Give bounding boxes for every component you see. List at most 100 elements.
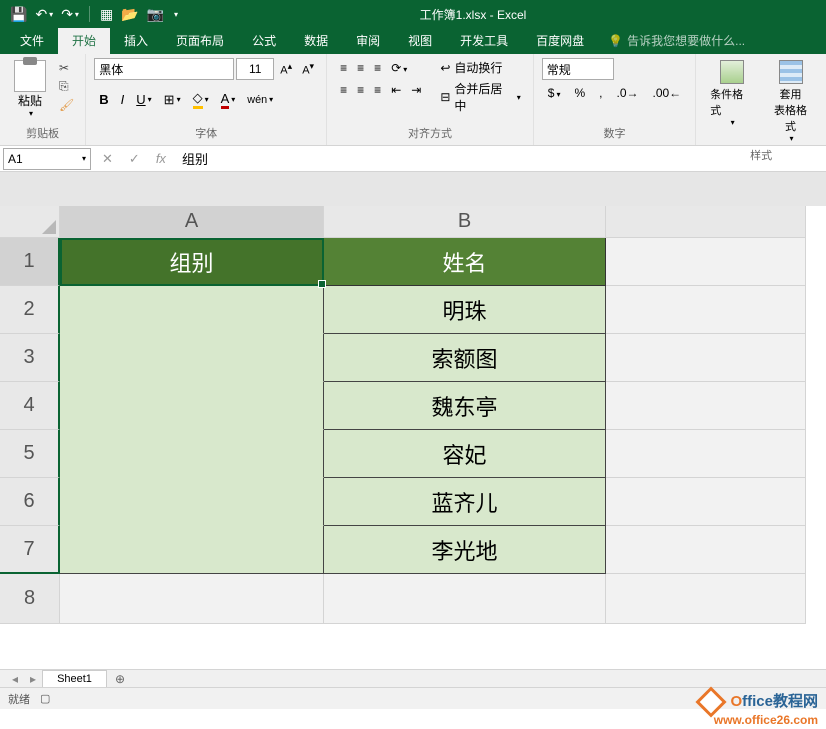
cell-c3[interactable] [606, 334, 806, 382]
col-header-a[interactable]: A [60, 206, 324, 238]
row-header-6[interactable]: 6 [0, 478, 60, 526]
tell-me-search[interactable]: 💡 告诉我您想要做什么... [598, 27, 755, 54]
tab-home[interactable]: 开始 [58, 27, 110, 54]
table-format-button[interactable]: 套用 表格格式 ▾ [763, 58, 818, 145]
new-icon[interactable]: ▦ [100, 6, 113, 23]
decrease-decimal-icon[interactable]: .00← [647, 83, 688, 103]
currency-icon[interactable]: $▾ [542, 83, 567, 103]
border-button[interactable]: ⊞▾ [159, 89, 186, 111]
row-header-5[interactable]: 5 [0, 430, 60, 478]
tab-baidu[interactable]: 百度网盘 [522, 27, 598, 54]
cell-a8[interactable] [60, 574, 324, 624]
cell-b7[interactable]: 李光地 [324, 526, 606, 574]
tab-data[interactable]: 数据 [290, 27, 342, 54]
table-format-icon [779, 60, 803, 84]
name-box-dropdown-icon[interactable]: ▾ [82, 154, 86, 163]
tab-insert[interactable]: 插入 [110, 27, 162, 54]
italic-button[interactable]: I [116, 89, 130, 110]
tab-file[interactable]: 文件 [6, 27, 58, 54]
align-top-icon[interactable]: ≡ [335, 58, 352, 78]
align-middle-icon[interactable]: ≡ [352, 58, 369, 78]
col-header-c[interactable] [606, 206, 806, 238]
save-icon[interactable]: 💾 [10, 6, 27, 23]
sheet-tab-1[interactable]: Sheet1 [42, 670, 107, 687]
cell-b5[interactable]: 容妃 [324, 430, 606, 478]
align-right-icon[interactable]: ≡ [369, 80, 386, 100]
cell-a5[interactable] [60, 430, 324, 478]
confirm-icon[interactable]: ✓ [121, 151, 148, 167]
col-header-b[interactable]: B [324, 206, 606, 238]
font-color-button[interactable]: A▾ [216, 88, 241, 112]
cell-c7[interactable] [606, 526, 806, 574]
row-header-1[interactable]: 1 [0, 238, 60, 286]
cell-c1[interactable] [606, 238, 806, 286]
align-left-icon[interactable]: ≡ [335, 80, 352, 100]
row-header-2[interactable]: 2 [0, 286, 60, 334]
format-painter-icon[interactable]: 🖌 [58, 97, 75, 113]
cell-b2[interactable]: 明珠 [324, 286, 606, 334]
copy-icon[interactable]: ⎘ [58, 78, 75, 95]
cell-b4[interactable]: 魏东亭 [324, 382, 606, 430]
cell-a1[interactable]: 组别 [60, 238, 324, 286]
redo-icon[interactable]: ↷▾ [61, 6, 79, 23]
row-header-7[interactable]: 7 [0, 526, 60, 574]
bulb-icon: 💡 [608, 34, 623, 48]
cell-c5[interactable] [606, 430, 806, 478]
cell-a4[interactable] [60, 382, 324, 430]
macro-record-icon[interactable]: ▢ [40, 692, 50, 705]
add-sheet-icon[interactable]: ⊕ [107, 672, 133, 686]
tab-formula[interactable]: 公式 [238, 27, 290, 54]
number-format-input[interactable] [542, 58, 614, 80]
camera-icon[interactable]: 📷 [147, 6, 164, 23]
decrease-indent-icon[interactable]: ⇤ [386, 80, 406, 100]
cell-c4[interactable] [606, 382, 806, 430]
cell-a3[interactable] [60, 334, 324, 382]
tab-review[interactable]: 审阅 [342, 27, 394, 54]
bold-button[interactable]: B [94, 89, 113, 110]
cancel-icon[interactable]: ✕ [94, 151, 121, 167]
select-all-button[interactable] [0, 206, 60, 238]
tab-view[interactable]: 视图 [394, 27, 446, 54]
cell-b3[interactable]: 索额图 [324, 334, 606, 382]
comma-icon[interactable]: , [593, 83, 608, 103]
increase-decimal-icon[interactable]: .0→ [610, 83, 644, 103]
underline-button[interactable]: U▾ [131, 89, 156, 110]
name-box[interactable]: A1 ▾ [3, 148, 91, 170]
merge-center-button[interactable]: ⊟合并后居中▾ [436, 79, 524, 115]
wrap-text-button[interactable]: ↩自动换行 [436, 58, 524, 77]
cell-c8[interactable] [606, 574, 806, 624]
orientation-icon[interactable]: ⟳▾ [386, 58, 412, 78]
align-center-icon[interactable]: ≡ [352, 80, 369, 100]
undo-icon[interactable]: ↶▾ [35, 6, 53, 23]
cell-a2[interactable] [60, 286, 324, 334]
percent-icon[interactable]: % [568, 83, 591, 103]
decrease-font-icon[interactable]: A▾ [298, 58, 318, 80]
qat-customize-icon[interactable]: ▾ [172, 10, 178, 19]
cell-b6[interactable]: 蓝齐儿 [324, 478, 606, 526]
open-icon[interactable]: 📂 [121, 6, 138, 23]
cell-b1[interactable]: 姓名 [324, 238, 606, 286]
cell-a7[interactable] [60, 526, 324, 574]
sheet-nav-next-icon[interactable]: ▸ [24, 672, 42, 686]
cell-a6[interactable] [60, 478, 324, 526]
align-bottom-icon[interactable]: ≡ [369, 58, 386, 78]
phonetic-button[interactable]: wén▾ [242, 91, 278, 109]
increase-font-icon[interactable]: A▴ [276, 58, 296, 80]
row-header-4[interactable]: 4 [0, 382, 60, 430]
cell-c2[interactable] [606, 286, 806, 334]
fx-icon[interactable]: fx [148, 151, 174, 166]
font-name-input[interactable] [94, 58, 234, 80]
row-header-3[interactable]: 3 [0, 334, 60, 382]
cut-icon[interactable]: ✂ [58, 60, 75, 76]
sheet-nav-prev-icon[interactable]: ◂ [6, 672, 24, 686]
tab-layout[interactable]: 页面布局 [162, 27, 238, 54]
tab-dev[interactable]: 开发工具 [446, 27, 522, 54]
conditional-format-button[interactable]: 条件格式 ▾ [704, 58, 759, 145]
paste-button[interactable]: 粘贴 ▾ [8, 58, 52, 123]
cell-b8[interactable] [324, 574, 606, 624]
fill-color-button[interactable]: ◇▾ [188, 87, 214, 112]
row-header-8[interactable]: 8 [0, 574, 60, 624]
cell-c6[interactable] [606, 478, 806, 526]
font-size-input[interactable] [236, 58, 274, 80]
increase-indent-icon[interactable]: ⇥ [406, 80, 426, 100]
